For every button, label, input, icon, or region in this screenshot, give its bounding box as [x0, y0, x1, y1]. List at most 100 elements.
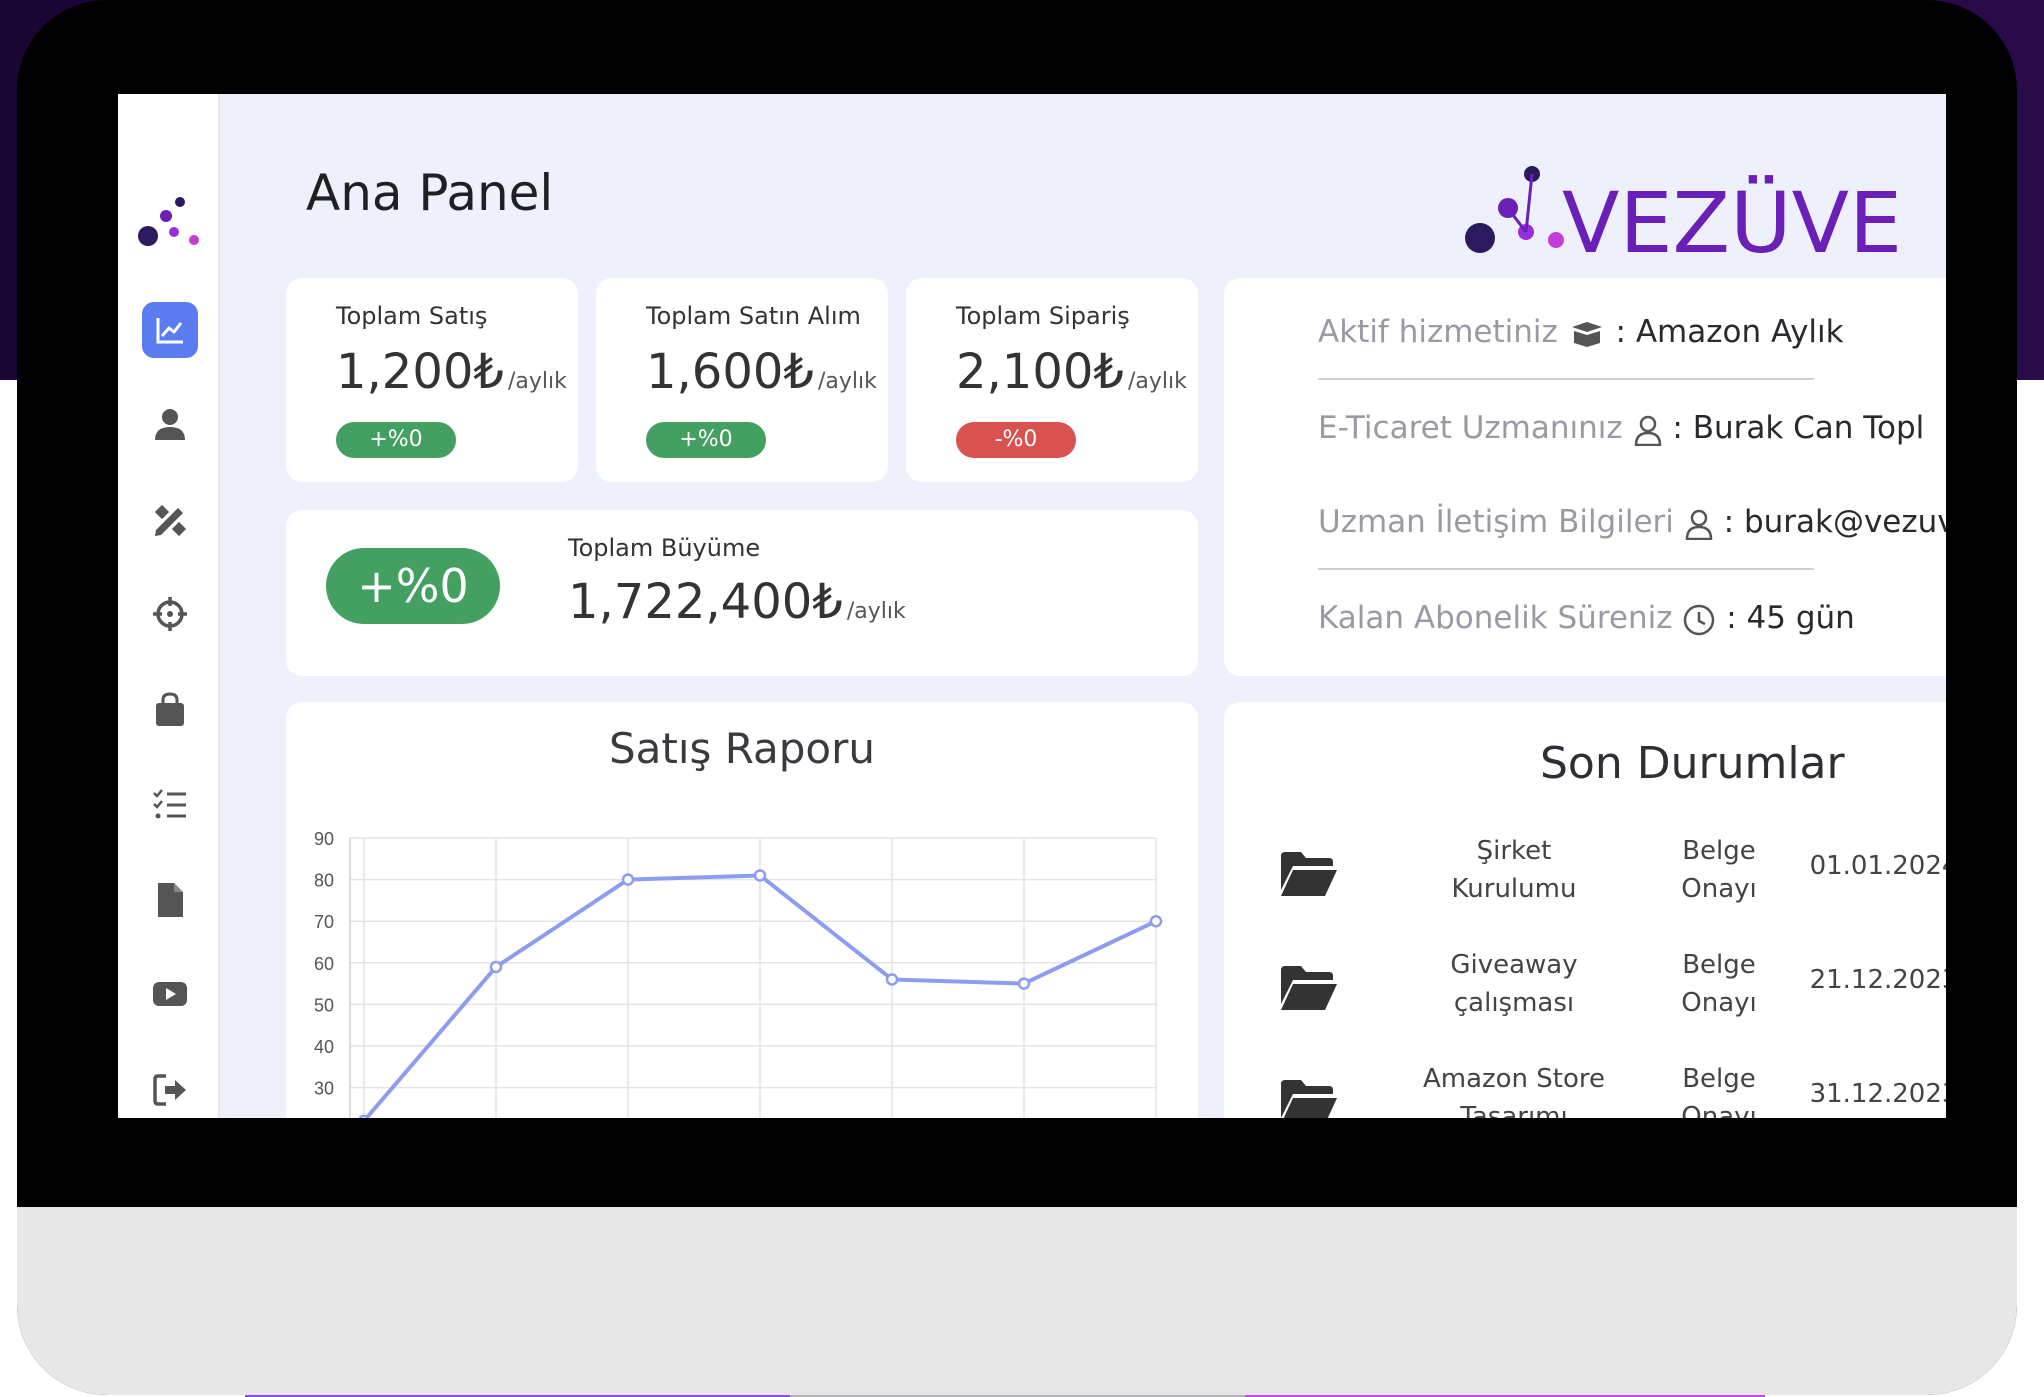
stat-amount: 2,100₺ [956, 344, 1124, 400]
info-value: 45 gün [1746, 600, 1855, 636]
name-line: Şirket [1476, 836, 1552, 866]
design-tools-icon [154, 504, 187, 537]
service-info-card: Aktif hizmetiniz : Amazon Aylık E-Ticare… [1224, 278, 1946, 676]
y-tick-label: 30 [314, 1079, 334, 1099]
growth-label: Toplam Büyüme [568, 534, 761, 562]
status-line: Onayı [1681, 1102, 1757, 1118]
data-point [753, 869, 767, 882]
folder-open-icon [1281, 852, 1337, 896]
stat-card-orders: Toplam Sipariş 2,100₺/aylık -%0 [906, 278, 1198, 482]
y-tick-label: 70 [314, 912, 334, 932]
name-line: Giveaway [1450, 950, 1578, 980]
growth-change-badge: +%0 [326, 548, 500, 624]
info-label: Aktif hizmetiniz [1318, 314, 1558, 350]
sales-report-card: Satış Raporu 90 80 70 60 50 40 30 [286, 702, 1198, 1118]
nav-documents[interactable] [142, 872, 198, 928]
status-item-name: Amazon Store Tasarımı [1364, 1060, 1664, 1118]
stat-value: 2,100₺/aylık [956, 344, 1187, 400]
stat-unit: /aylık [817, 369, 877, 394]
clock-icon [1684, 604, 1715, 635]
data-point [1149, 914, 1163, 928]
status-item-date: 01.01.2024 [1809, 851, 1946, 881]
name-line: çalışması [1453, 988, 1575, 1018]
growth-card: +%0 Toplam Büyüme 1,722,400₺/aylık [286, 510, 1198, 676]
data-point [489, 960, 503, 974]
chart-title: Satış Raporu [608, 724, 875, 773]
remaining-subscription-row: Kalan Abonelik Süreniz : 45 gün [1318, 600, 1855, 637]
dashboard-screen: Ana Panel VEZÜVE Toplam Satış 1,200₺/ayl… [118, 94, 1946, 1118]
folder-open-icon [1281, 966, 1337, 1010]
y-tick-label: 50 [314, 995, 334, 1015]
stat-label: Toplam Sipariş [956, 302, 1130, 330]
growth-value: 1,722,400₺/aylık [568, 574, 906, 630]
nav-logout[interactable] [142, 1062, 198, 1118]
divider [1318, 568, 1814, 570]
growth-amount: 1,722,400₺ [568, 574, 843, 630]
status-item-state: Belge Onayı [1644, 1060, 1794, 1118]
nav-profile[interactable] [142, 396, 198, 452]
list-item[interactable]: Şirket Kurulumu Belge Onayı 01.01.2024 [1224, 832, 1946, 942]
stat-change-badge: -%0 [956, 422, 1076, 458]
status-item-state: Belge Onayı [1644, 946, 1794, 1022]
nav-design[interactable] [142, 492, 198, 548]
stat-card-purchases: Toplam Satın Alım 1,600₺/aylık +%0 [596, 278, 888, 482]
shopping-bag-icon [156, 692, 184, 726]
stat-value: 1,600₺/aylık [646, 344, 877, 400]
status-item-name: Giveaway çalışması [1364, 946, 1664, 1022]
active-service-row: Aktif hizmetiniz : Amazon Aylık [1318, 314, 1844, 350]
nav-videos[interactable] [142, 966, 198, 1022]
nav-tasks[interactable] [142, 776, 198, 832]
name-line: Kurulumu [1451, 874, 1577, 904]
stat-label: Toplam Satın Alım [646, 302, 861, 330]
status-item-name: Şirket Kurulumu [1364, 832, 1664, 908]
divider [1318, 378, 1814, 380]
info-separator: : [1672, 410, 1683, 446]
expert-contact-row: Uzman İletişim Bilgileri : burak@vezuv [1318, 504, 1946, 540]
status-item-date: 21.12.2023 [1809, 965, 1946, 995]
stat-amount: 1,600₺ [646, 344, 814, 400]
user-outline-icon [1634, 415, 1661, 446]
monitor-chin [17, 1207, 2017, 1395]
info-label: E-Ticaret Uzmanınız [1318, 410, 1623, 446]
stat-change-badge: +%0 [646, 422, 766, 458]
status-line: Onayı [1681, 874, 1757, 904]
info-value: Burak Can Topl [1692, 410, 1925, 446]
stat-unit: /aylık [1127, 369, 1187, 394]
status-line: Onayı [1681, 988, 1757, 1018]
name-line: Amazon Store [1422, 1064, 1606, 1094]
brand-logo: VEZÜVE [1465, 166, 1898, 266]
list-item[interactable]: Amazon Store Tasarımı Belge Onayı 31.12.20… [1224, 1060, 1946, 1118]
nav-target[interactable] [142, 586, 198, 642]
logout-icon [153, 1074, 186, 1106]
monitor-frame: Ana Panel VEZÜVE Toplam Satış 1,200₺/ayl… [17, 0, 2017, 1395]
stat-label: Toplam Satış [336, 302, 488, 330]
stat-change-badge: +%0 [336, 422, 456, 458]
data-point [358, 1114, 370, 1118]
chart-line-icon [156, 318, 183, 344]
data-point [885, 973, 899, 986]
data-point [1017, 977, 1031, 990]
recent-status-card: Son Durumlar Şirket Kurulumu Belge Onayı 0… [1224, 702, 1946, 1118]
folder-open-icon [1281, 1080, 1337, 1118]
recent-status-title: Son Durumlar [1540, 738, 1845, 789]
list-item[interactable]: Giveaway çalışması Belge Onayı 21.12.2023 [1224, 946, 1946, 1056]
youtube-icon [153, 982, 187, 1006]
sidebar [118, 94, 220, 1118]
checklist-icon [153, 789, 186, 819]
name-line: Tasarımı [1460, 1102, 1568, 1118]
expert-row: E-Ticaret Uzmanınız : Burak Can Topl [1318, 410, 1924, 446]
y-tick-label: 60 [314, 954, 334, 974]
info-value[interactable]: burak@vezuv [1744, 504, 1946, 540]
user-icon [155, 409, 185, 440]
status-item-date: 31.12.2023 [1809, 1079, 1946, 1109]
logo-dots-icon[interactable] [136, 194, 206, 250]
nav-dashboard[interactable] [142, 302, 198, 358]
stat-card-sales: Toplam Satış 1,200₺/aylık +%0 [286, 278, 578, 482]
stat-value: 1,200₺/aylık [336, 344, 567, 400]
y-tick-label: 40 [314, 1037, 334, 1057]
stat-amount: 1,200₺ [336, 344, 504, 400]
info-label: Kalan Abonelik Süreniz [1318, 600, 1673, 636]
nav-orders[interactable] [142, 682, 198, 738]
info-value: Amazon Aylık [1635, 314, 1844, 350]
y-tick-label: 90 [314, 829, 334, 849]
